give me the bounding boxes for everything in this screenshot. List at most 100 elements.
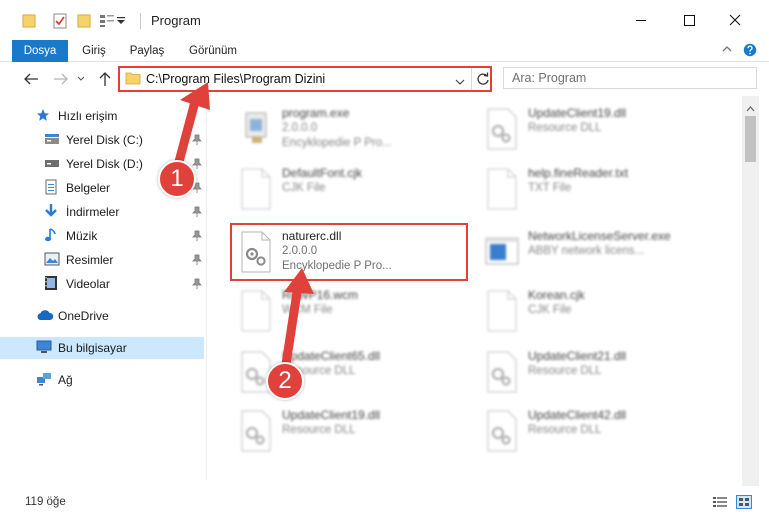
dll-file-icon <box>482 409 522 453</box>
title-bar: Program <box>0 0 769 40</box>
sidebar-item-music[interactable]: Müzik <box>0 225 204 247</box>
item-count: 119 öğe <box>25 496 66 508</box>
search-box[interactable] <box>503 67 757 89</box>
address-dropdown-chevron-icon[interactable] <box>455 75 465 89</box>
music-icon <box>44 227 62 246</box>
sidebar-item-label: Bu bilgisayar <box>58 341 127 355</box>
file-type: Resource DLL <box>528 365 602 377</box>
file-item[interactable]: UpdateClient19.dll Resource DLL <box>478 102 718 156</box>
file-item[interactable]: program.exe 2.0.0.0 Encyklopedie P Pro..… <box>232 102 472 156</box>
file-name: UpdateClient19.dll <box>282 408 381 422</box>
exe-file-icon <box>236 107 276 151</box>
customize-toolbar-icon[interactable] <box>116 12 126 30</box>
sidebar-item-label: OneDrive <box>58 309 109 323</box>
recent-locations-chevron-icon[interactable] <box>76 70 86 88</box>
sidebar-item-label: Hızlı erişim <box>58 109 118 123</box>
refresh-icon[interactable] <box>476 71 490 90</box>
large-icons-view-icon[interactable] <box>736 495 754 511</box>
file-name: DefaultFont.cjk <box>282 166 363 180</box>
folder-icon <box>22 12 36 30</box>
file-item[interactable]: UpdateClient19.dll Resource DLL <box>232 404 472 458</box>
close-button[interactable] <box>712 0 758 40</box>
file-item[interactable]: NetworkLicenseServer.exe ABBY network li… <box>478 225 718 279</box>
app-window-icon <box>482 230 522 274</box>
drive-icon <box>44 133 62 148</box>
computer-icon <box>36 340 54 357</box>
annotation-badge-1: 1 <box>158 160 196 198</box>
pin-icon[interactable] <box>192 254 202 266</box>
forward-arrow-icon[interactable] <box>52 70 70 88</box>
sidebar-item-onedrive[interactable]: OneDrive <box>0 305 204 327</box>
sidebar-item-label: İndirmeler <box>66 205 120 219</box>
minimize-button[interactable] <box>618 0 664 40</box>
documents-icon <box>44 179 62 198</box>
sidebar-item-label: Videolar <box>66 277 110 291</box>
cloud-icon <box>36 309 54 324</box>
drive-icon <box>44 157 62 172</box>
pin-icon[interactable] <box>192 230 202 242</box>
sidebar-item-label: Yerel Disk (C:) <box>66 133 143 147</box>
file-description: ABBY network licens... <box>528 245 645 257</box>
back-arrow-icon[interactable] <box>22 70 40 88</box>
blank-file-icon <box>482 167 522 211</box>
file-type: CJK File <box>528 304 572 316</box>
view-options-icon[interactable] <box>98 12 116 30</box>
scroll-thumb[interactable] <box>745 116 756 162</box>
search-input[interactable] <box>512 70 722 86</box>
status-bar: 119 öğe <box>0 486 769 531</box>
dll-file-icon <box>482 350 522 394</box>
file-item[interactable]: UpdateClient42.dll Resource DLL <box>478 404 718 458</box>
new-folder-icon[interactable] <box>76 12 92 30</box>
file-type: Resource DLL <box>528 122 602 134</box>
tab-view[interactable]: Görünüm <box>182 40 244 62</box>
properties-icon[interactable] <box>52 12 68 30</box>
file-type: CJK File <box>282 182 326 194</box>
sidebar-item-pictures[interactable]: Resimler <box>0 249 204 271</box>
pin-icon[interactable] <box>192 278 202 290</box>
sidebar-item-label: Müzik <box>66 229 98 243</box>
tab-home[interactable]: Giriş <box>76 40 112 62</box>
blank-file-icon <box>482 289 522 333</box>
file-type: Resource DLL <box>282 424 356 436</box>
videos-icon <box>44 275 62 294</box>
ribbon-tabs: Dosya Giriş Paylaş Görünüm <box>0 40 769 62</box>
expand-ribbon-icon[interactable] <box>721 43 733 60</box>
file-name: UpdateClient19.dll <box>528 106 627 120</box>
file-name: Korean.cjk <box>528 288 585 302</box>
file-item[interactable]: help.fineReader.txt TXT File <box>478 162 718 216</box>
sidebar-item-network[interactable]: Ağ <box>0 369 204 391</box>
file-type: Resource DLL <box>528 424 602 436</box>
help-icon[interactable] <box>743 43 757 60</box>
dll-file-icon <box>236 409 276 453</box>
sidebar-item-videos[interactable]: Videolar <box>0 273 204 295</box>
file-description: Encyklopedie P Pro... <box>282 137 392 149</box>
up-arrow-icon[interactable] <box>96 70 114 88</box>
file-item[interactable]: UpdateClient21.dll Resource DLL <box>478 345 718 399</box>
file-name: UpdateClient21.dll <box>528 349 627 363</box>
download-icon <box>44 203 62 222</box>
annotation-badge-2: 2 <box>266 362 304 400</box>
sidebar-item-this-pc[interactable]: Bu bilgisayar <box>0 337 204 359</box>
details-view-icon[interactable] <box>712 495 730 511</box>
dll-file-icon <box>482 107 522 151</box>
file-version: 2.0.0.0 <box>282 122 318 134</box>
sidebar-item-label: Yerel Disk (D:) <box>66 157 143 171</box>
scroll-up-icon[interactable] <box>746 101 755 115</box>
file-name: NetworkLicenseServer.exe <box>528 229 671 243</box>
tab-file[interactable]: Dosya <box>12 40 68 62</box>
maximize-button[interactable] <box>666 0 712 40</box>
sidebar-item-downloads[interactable]: İndirmeler <box>0 201 204 223</box>
file-name: program.exe <box>282 106 350 120</box>
network-icon <box>36 372 54 389</box>
star-icon <box>36 108 54 125</box>
window-title: Program <box>151 13 201 28</box>
file-item[interactable]: DefaultFont.cjk CJK File <box>232 162 472 216</box>
pin-icon[interactable] <box>192 206 202 218</box>
pictures-icon <box>44 252 62 269</box>
sidebar-item-label: Belgeler <box>66 181 111 195</box>
vertical-scrollbar[interactable] <box>742 96 759 486</box>
file-item[interactable]: Korean.cjk CJK File <box>478 284 718 338</box>
folder-icon <box>125 71 141 88</box>
blank-file-icon <box>236 167 276 211</box>
tab-share[interactable]: Paylaş <box>124 40 170 62</box>
